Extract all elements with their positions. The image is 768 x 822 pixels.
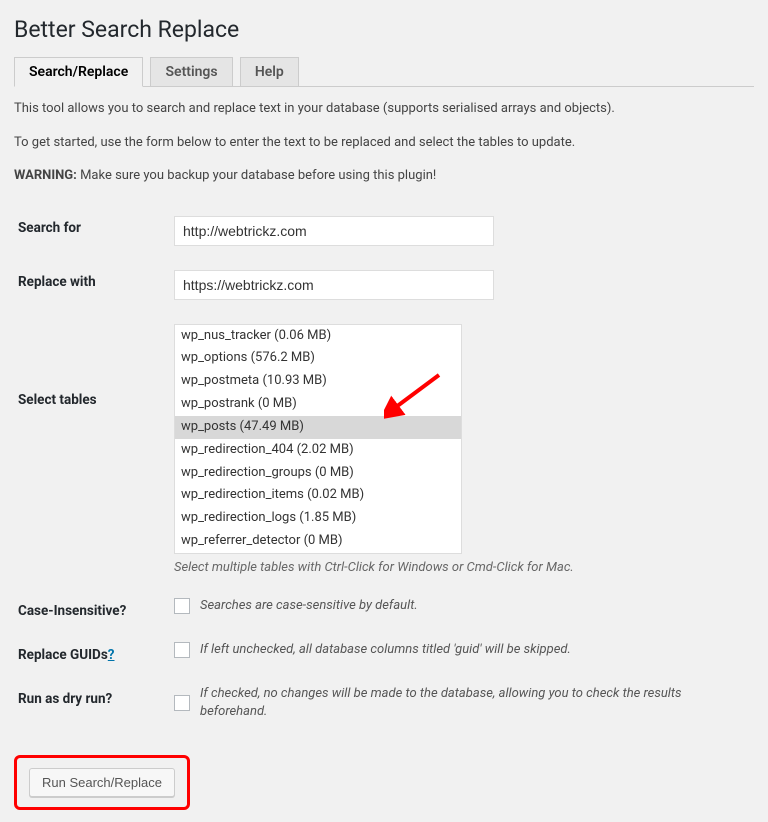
dry-run-label: Run as dry run? — [14, 677, 174, 735]
table-option[interactable]: wp_postrank (0 MB) — [175, 393, 461, 416]
replace-with-input[interactable] — [174, 270, 494, 300]
search-for-input[interactable] — [174, 216, 494, 246]
intro-line-1: This tool allows you to search and repla… — [14, 99, 754, 119]
select-tables-help: Select multiple tables with Ctrl-Click f… — [174, 560, 744, 575]
search-for-label: Search for — [14, 206, 174, 260]
select-tables-listbox[interactable]: wp_nus_tracker (0.06 MB) wp_options (576… — [174, 324, 462, 554]
warning-text: Make sure you backup your database befor… — [77, 168, 436, 183]
replace-guids-note: If left unchecked, all database columns … — [200, 641, 571, 659]
replace-with-label: Replace with — [14, 260, 174, 314]
table-option[interactable]: wp_redirection_items (0.02 MB) — [175, 484, 461, 507]
replace-guids-label: Replace GUIDs? — [14, 633, 174, 677]
case-insensitive-checkbox[interactable] — [174, 598, 190, 614]
replace-guids-label-text: Replace GUIDs — [18, 647, 108, 663]
case-insensitive-note: Searches are case-sensitive by default. — [200, 597, 418, 615]
table-option[interactable]: wp_nus_tracker (0.06 MB) — [175, 325, 461, 348]
table-option[interactable]: wp_referrer_detector (0 MB) — [175, 530, 461, 553]
table-option-selected[interactable]: wp_posts (47.49 MB) — [175, 416, 461, 439]
tab-bar: Search/Replace Settings Help — [14, 57, 754, 87]
run-search-replace-button[interactable]: Run Search/Replace — [29, 768, 175, 797]
intro-line-2: To get started, use the form below to en… — [14, 133, 754, 153]
table-option[interactable]: wp_redirection_404 (2.02 MB) — [175, 439, 461, 462]
settings-form: Search for Replace with Select tables wp… — [14, 206, 754, 736]
warning-label: WARNING: — [14, 168, 77, 183]
replace-guids-help-link[interactable]: ? — [108, 647, 115, 663]
intro-warning: WARNING: Make sure you backup your datab… — [14, 166, 754, 186]
page-title: Better Search Replace — [14, 12, 754, 43]
dry-run-checkbox[interactable] — [174, 695, 190, 711]
select-tables-label: Select tables — [14, 314, 174, 589]
table-option[interactable]: wp_redirection_groups (0 MB) — [175, 462, 461, 485]
table-option[interactable]: wp_postmeta (10.93 MB) — [175, 370, 461, 393]
tab-help[interactable]: Help — [240, 57, 299, 86]
table-option[interactable]: wp_redirection_logs (1.85 MB) — [175, 507, 461, 530]
replace-guids-checkbox[interactable] — [174, 642, 190, 658]
submit-highlight-box: Run Search/Replace — [14, 755, 190, 810]
table-option[interactable]: wp_options (576.2 MB) — [175, 347, 461, 370]
case-insensitive-label: Case-Insensitive? — [14, 589, 174, 633]
tab-settings[interactable]: Settings — [150, 57, 232, 86]
tab-search-replace[interactable]: Search/Replace — [14, 57, 143, 87]
